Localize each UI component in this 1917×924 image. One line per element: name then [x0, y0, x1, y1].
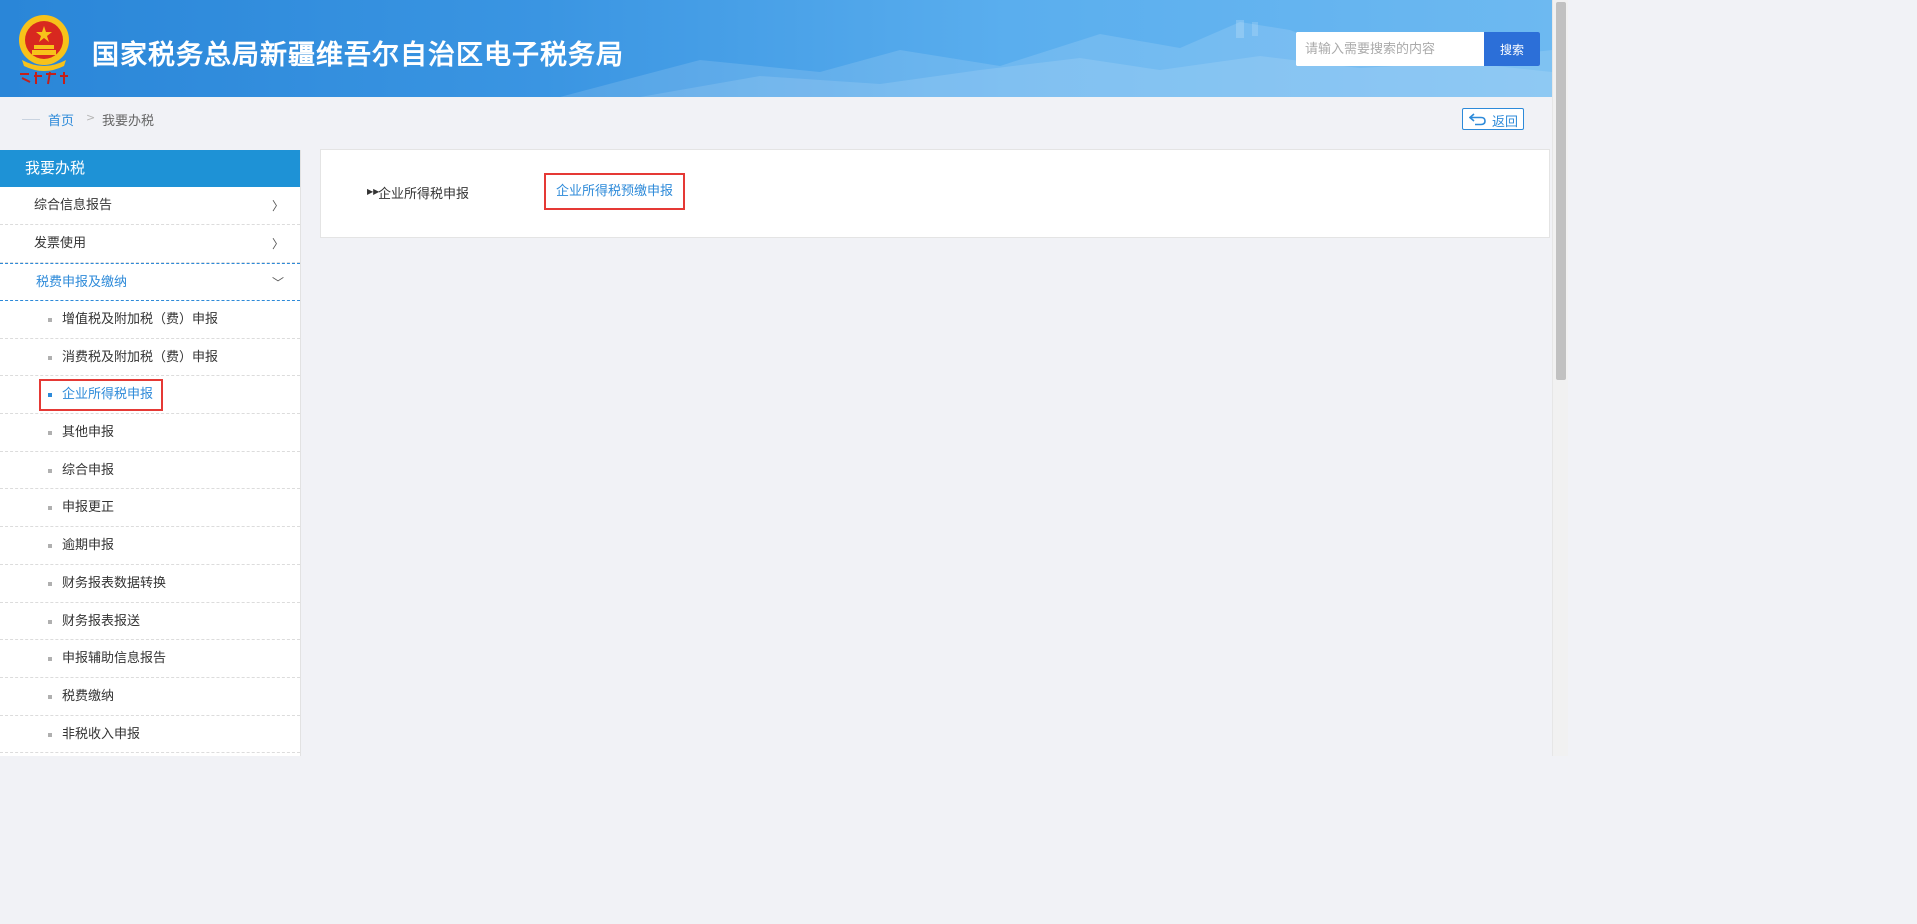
chevron-right-icon: 〉 [271, 237, 284, 251]
back-button-label: 返回 [1492, 115, 1519, 130]
search-button[interactable]: 搜索 [1484, 32, 1540, 66]
return-arrow-icon [1469, 113, 1486, 126]
sidebar-subitem-label: 财务报表数据转换 [62, 575, 167, 591]
sidebar-subitem-auxiliary-info-report[interactable]: 申报辅助信息报告 [0, 640, 300, 678]
bullet-icon [48, 355, 52, 360]
sidebar-subitem-label: 非税收入申报 [62, 726, 141, 742]
bullet-icon [48, 318, 52, 322]
site-title: 国家税务总局新疆维吾尔自治区电子税务局 [92, 40, 624, 71]
category-label: 企业所得税申报 [378, 187, 470, 202]
breadcrumb: 首页 > 我要办税 返回 [0, 97, 1552, 143]
bullet-icon [48, 506, 52, 511]
sidebar-subitem-label: 综合申报 [62, 462, 115, 478]
chevron-right-icon: 〉 [271, 199, 284, 213]
sidebar: 我要办税 综合信息报告 〉 发票使用 〉 税费申报及缴纳 ﹀ 增值税及附加税（费… [0, 150, 301, 756]
sidebar-subitem-label: 消费税及附加税（费）申报 [62, 349, 219, 365]
scrollbar-thumb[interactable] [1556, 2, 1566, 380]
bullet-icon [48, 619, 52, 624]
sidebar-subitem-label: 其他申报 [62, 425, 115, 441]
bullet-icon [48, 468, 52, 473]
sidebar-subitem-declaration-correction[interactable]: 申报更正 [0, 489, 300, 528]
sidebar-item-comprehensive-info-report[interactable]: 综合信息报告 〉 [0, 187, 300, 225]
bullet-icon [48, 657, 52, 662]
sidebar-subitem-financial-statement-submission[interactable]: 财务报表报送 [0, 603, 300, 641]
main-content-panel: ▶▶ 企业所得税申报 企业所得税预缴申报 [320, 149, 1550, 238]
sidebar-item-label: 发票使用 [34, 236, 87, 251]
back-button[interactable]: 返回 [1462, 108, 1524, 130]
breadcrumb-decoration [22, 119, 40, 120]
sidebar-subitem-label: 税费缴纳 [62, 688, 115, 704]
sidebar-subitem-comprehensive-declaration[interactable]: 综合申报 [0, 452, 300, 490]
sidebar-item-label: 综合信息报告 [34, 198, 113, 213]
bullet-icon [48, 544, 52, 549]
sidebar-item-label: 税费申报及缴纳 [36, 275, 128, 290]
sidebar-subitem-financial-statement-conversion[interactable]: 财务报表数据转换 [0, 565, 300, 603]
chevron-down-icon: ﹀ [271, 276, 284, 290]
sidebar-subitem-label: 申报辅助信息报告 [62, 651, 167, 667]
sidebar-subitem-other-declaration[interactable]: 其他申报 [0, 414, 300, 452]
bullet-icon [48, 694, 52, 699]
sidebar-subitem-tax-payment[interactable]: 税费缴纳 [0, 678, 300, 716]
breadcrumb-current: 我要办税 [102, 114, 155, 129]
sidebar-subitem-overdue-declaration[interactable]: 逾期申报 [0, 527, 300, 565]
sidebar-item-tax-declaration-payment[interactable]: 税费申报及缴纳 ﹀ [0, 263, 300, 301]
sidebar-subitem-label: 申报更正 [62, 500, 115, 516]
sidebar-subitem-corporate-income-tax-declaration[interactable]: 企业所得税申报 [0, 376, 300, 415]
search-box: 搜索 [1296, 32, 1540, 66]
vertical-scrollbar[interactable] [1552, 0, 1568, 756]
sidebar-subitem-consumption-tax-declaration[interactable]: 消费税及附加税（费）申报 [0, 339, 300, 377]
bullet-icon [48, 393, 52, 398]
bullet-icon [48, 581, 52, 586]
sidebar-subitem-label: 逾期申报 [62, 538, 115, 554]
breadcrumb-home-link[interactable]: 首页 [48, 110, 74, 129]
tax-emblem-logo [19, 15, 69, 85]
sidebar-item-invoice-use[interactable]: 发票使用 〉 [0, 225, 300, 263]
sidebar-subitem-label: 财务报表报送 [62, 613, 141, 629]
sidebar-subitem-non-tax-revenue-declaration[interactable]: 非税收入申报 [0, 716, 300, 754]
site-header: 国家税务总局新疆维吾尔自治区电子税务局 搜索 [0, 0, 1552, 97]
sidebar-title: 我要办税 [0, 150, 300, 187]
bullet-icon [48, 732, 52, 737]
bullet-icon [48, 431, 52, 436]
search-input[interactable] [1296, 32, 1484, 66]
sidebar-subitem-vat-declaration[interactable]: 增值税及附加税（费）申报 [0, 301, 300, 339]
breadcrumb-separator: > [86, 111, 96, 124]
sidebar-subitem-label: 企业所得税申报 [62, 387, 154, 403]
corporate-income-tax-prepayment-link[interactable]: 企业所得税预缴申报 [544, 173, 685, 210]
sidebar-subitem-label: 增值税及附加税（费）申报 [62, 312, 219, 327]
